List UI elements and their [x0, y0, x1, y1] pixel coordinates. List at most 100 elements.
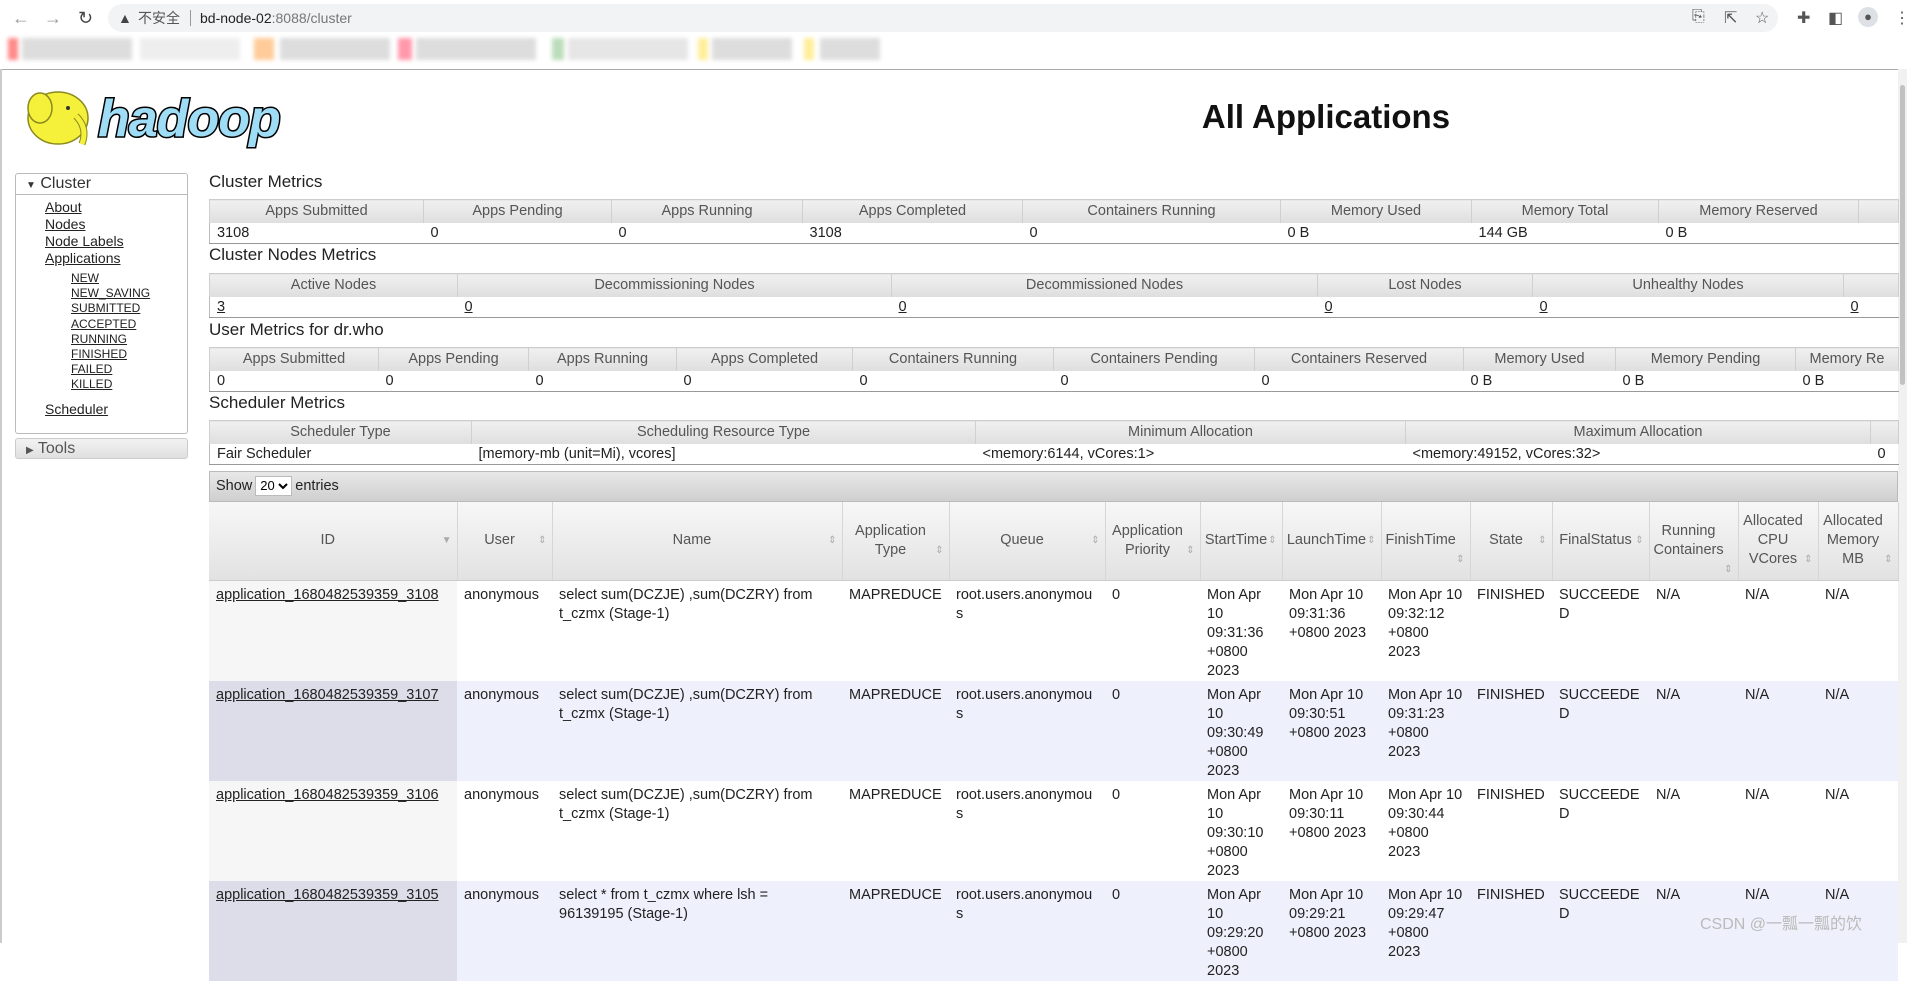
- cell-starttime: Mon Apr 10 09:30:49 +0800 2023: [1200, 680, 1282, 781]
- share-icon[interactable]: ⇱: [1724, 8, 1737, 28]
- tools-section-toggle[interactable]: ▶ Tools: [15, 438, 188, 459]
- cell-application-type: MAPREDUCE: [842, 680, 949, 781]
- column-header-finishtime[interactable]: FinishTime ⇕: [1381, 502, 1471, 581]
- value-memory-reserved: 0 B: [1658, 222, 1859, 244]
- column-header-id[interactable]: ID ▼: [209, 502, 458, 581]
- page-title: All Applications: [1201, 98, 1451, 135]
- application-id-link[interactable]: application_1680482539359_3106: [216, 787, 439, 803]
- bookmark-star-icon[interactable]: ☆: [1755, 8, 1769, 28]
- sidebar-item-nodes[interactable]: Nodes: [16, 216, 187, 233]
- column-header-allocated-memory-mb[interactable]: Allocated Memory MB ⇕: [1818, 502, 1899, 581]
- translate-icon[interactable]: ⎘: [1692, 8, 1705, 26]
- value-link[interactable]: 3: [217, 299, 225, 315]
- value-link[interactable]: 0: [1851, 299, 1859, 315]
- sidebar-item-node-labels[interactable]: Node Labels: [16, 233, 187, 250]
- browser-toolbar: ← → ↻ ▲ 不安全 bd-node-02:8088/cluster ⎘ ⇱ …: [0, 0, 1907, 36]
- security-label: 不安全: [138, 10, 180, 26]
- application-id-link[interactable]: application_1680482539359_3107: [216, 687, 439, 703]
- page-border-left: [0, 69, 2, 943]
- menu-icon[interactable]: ⋮: [1894, 8, 1907, 28]
- column-header-state[interactable]: State ⇕: [1470, 502, 1553, 581]
- value-decommissioning-nodes: 0: [457, 296, 892, 318]
- column-label: Application Type: [855, 522, 926, 558]
- cell-application-type: MAPREDUCE: [842, 580, 949, 681]
- cell-allocated-memory-mb: N/A: [1818, 680, 1898, 781]
- header-containers-running: Containers Running: [1022, 199, 1281, 223]
- extensions-icon[interactable]: ✚: [1797, 8, 1810, 28]
- show-label: Show: [216, 478, 253, 494]
- sidebar-state-running[interactable]: RUNNING: [16, 332, 187, 347]
- application-id-link[interactable]: application_1680482539359_3108: [216, 587, 439, 603]
- header-containers-reserved: Containers Reserved: [1254, 347, 1464, 371]
- application-id-link[interactable]: application_1680482539359_3105: [216, 887, 439, 903]
- sort-both-icon: ⇕: [538, 535, 547, 547]
- cell-allocated-memory-mb: N/A: [1818, 780, 1898, 881]
- sort-both-icon: ⇕: [1456, 554, 1465, 566]
- caret-down-icon: ▼: [26, 180, 36, 191]
- column-header-application-type[interactable]: Application Type ⇕: [842, 502, 950, 581]
- cluster-section-toggle[interactable]: ▼ Cluster: [16, 174, 187, 195]
- entries-per-page-select[interactable]: 20: [255, 475, 293, 496]
- sort-both-icon: ⇕: [1804, 554, 1813, 566]
- sidebar-state-killed[interactable]: KILLED: [16, 377, 187, 392]
- cell-id: application_1680482539359_3107: [209, 680, 457, 781]
- url-path: :8088/cluster: [271, 10, 352, 26]
- value-link[interactable]: 0: [1325, 299, 1333, 315]
- value-link[interactable]: 0: [899, 299, 907, 315]
- header-apps-pending: Apps Pending: [423, 199, 612, 223]
- header-apps-submitted: Apps Submitted: [209, 347, 379, 371]
- cell-user: anonymous: [457, 580, 552, 681]
- sidebar-item-scheduler[interactable]: Scheduler: [16, 401, 187, 418]
- value-scheduling-resource-type: [memory-mb (unit=Mi), vcores]: [471, 443, 976, 465]
- hadoop-logo[interactable]: hadoop: [16, 78, 316, 155]
- column-header-finalstatus[interactable]: FinalStatus ⇕: [1552, 502, 1650, 581]
- column-header-launchtime[interactable]: LaunchTime ⇕: [1282, 502, 1382, 581]
- column-header-starttime[interactable]: StartTime ⇕: [1200, 502, 1283, 581]
- sidebar-state-submitted[interactable]: SUBMITTED: [16, 301, 187, 316]
- address-bar[interactable]: ▲ 不安全 bd-node-02:8088/cluster: [108, 4, 1778, 32]
- sidebar-state-finished[interactable]: FINISHED: [16, 347, 187, 362]
- scrollbar-thumb[interactable]: [1900, 85, 1905, 385]
- profile-avatar-icon[interactable]: ●: [1858, 7, 1878, 27]
- column-header-allocated-cpu-vcores[interactable]: Allocated CPU VCores ⇕: [1738, 502, 1819, 581]
- forward-icon[interactable]: →: [44, 8, 62, 29]
- value-col: 0: [1870, 443, 1899, 465]
- value-link[interactable]: 0: [1540, 299, 1548, 315]
- cell-finalstatus: SUCCEEDED: [1552, 680, 1649, 781]
- value-memory-re: 0 B: [1795, 370, 1899, 392]
- column-header-queue[interactable]: Queue ⇕: [949, 502, 1106, 581]
- column-header-running-containers[interactable]: Running Containers ⇕: [1649, 502, 1739, 581]
- cell-user: anonymous: [457, 680, 552, 781]
- cluster-metrics-title: Cluster Metrics: [209, 172, 323, 191]
- table-row: application_1680482539359_3108 anonymous s…: [209, 580, 1898, 681]
- cell-application-priority: 0: [1105, 880, 1200, 981]
- value-apps-submitted: 0: [209, 370, 379, 392]
- column-label: FinalStatus: [1559, 532, 1632, 549]
- sidebar-state-new[interactable]: NEW: [16, 271, 187, 286]
- page-border-top: [0, 69, 1898, 70]
- sidebar-state-accepted[interactable]: ACCEPTED: [16, 317, 187, 332]
- sidebar-state-new-saving[interactable]: NEW_SAVING: [16, 286, 187, 301]
- column-header-user[interactable]: User ⇕: [457, 502, 553, 581]
- table-length-bar: Show 20 entries: [209, 471, 1898, 502]
- sidebar-item-applications[interactable]: Applications: [16, 250, 187, 267]
- user-metrics-title: User Metrics for dr.who: [209, 320, 384, 339]
- sort-both-icon: ⇕: [1635, 535, 1644, 547]
- metrics-row: 3108 0 0 3108 0 0 B 144 GB 0 B: [209, 222, 1899, 244]
- value-col: 0: [1843, 296, 1899, 318]
- value-link[interactable]: 0: [465, 299, 473, 315]
- reload-icon[interactable]: ↻: [78, 8, 93, 29]
- sidebar-state-failed[interactable]: FAILED: [16, 362, 187, 377]
- metrics-row: 00000000 B0 B0 B: [209, 370, 1899, 392]
- column-header-name[interactable]: Name ⇕: [552, 502, 843, 581]
- header-col: [1858, 199, 1899, 223]
- value-apps-submitted: 3108: [209, 222, 424, 244]
- value-unhealthy-nodes: 0: [1532, 296, 1844, 318]
- column-label: StartTime: [1204, 532, 1268, 549]
- cluster-nodes-metrics-table: Active Nodes Decommissioning Nodes Decommi…: [209, 273, 1899, 318]
- sidebar-item-about[interactable]: About: [16, 199, 187, 216]
- cell-queue: root.users.anonymous: [949, 880, 1105, 981]
- back-icon[interactable]: ←: [12, 8, 30, 29]
- column-header-application-priority[interactable]: Application Priority ⇕: [1105, 502, 1201, 581]
- side-panel-icon[interactable]: ◧: [1828, 8, 1843, 28]
